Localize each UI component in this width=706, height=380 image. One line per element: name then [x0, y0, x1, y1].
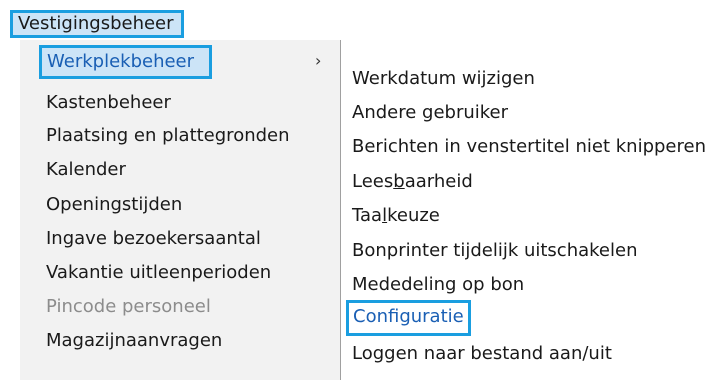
menu-item-bezoekersaantal[interactable]: Ingave bezoekersaantal	[46, 228, 261, 250]
label-part: aarheid	[404, 171, 473, 192]
menu-item-openingstijden[interactable]: Openingstijden	[46, 194, 182, 216]
menu-item-label: Configuratie	[353, 306, 464, 327]
menu-item-werkdatum[interactable]: Werkdatum wijzigen	[352, 68, 535, 90]
menu-item-vakantie[interactable]: Vakantie uitleenperioden	[46, 262, 271, 284]
menu-item-loggen[interactable]: Loggen naar bestand aan/uit	[352, 343, 612, 365]
menu-item-kalender[interactable]: Kalender	[46, 159, 126, 181]
chevron-right-icon: ›	[315, 51, 322, 70]
flyout-werkplekbeheer: Werkdatum wijzigen Andere gebruiker Beri…	[341, 58, 706, 378]
menu-item-bonprinter[interactable]: Bonprinter tijdelijk uitschakelen	[352, 240, 638, 262]
menu-item-leesbaarheid[interactable]: Leesbaarheid	[352, 171, 473, 193]
label-part: keuze	[387, 205, 440, 226]
submenu-vestigingsbeheer: Werkplekbeheer › Kastenbeheer Plaatsing …	[20, 40, 341, 380]
menu-item-magazijnaanvragen[interactable]: Magazijnaanvragen	[46, 330, 222, 352]
menu-item-werkplekbeheer[interactable]: Werkplekbeheer	[39, 45, 212, 79]
menu-item-taalkeuze[interactable]: Taalkeuze	[352, 205, 440, 227]
label-part: Lees	[352, 171, 394, 192]
label-part: Taa	[352, 205, 383, 226]
menu-item-mededeling[interactable]: Mededeling op bon	[352, 274, 524, 296]
menu-item-configuratie[interactable]: Configuratie	[346, 300, 471, 336]
menu-item-andere-gebruiker[interactable]: Andere gebruiker	[352, 102, 508, 124]
menu-vestigingsbeheer-label: Vestigingsbeheer	[18, 13, 174, 34]
menu-item-kastenbeheer[interactable]: Kastenbeheer	[46, 92, 171, 114]
menu-item-plaatsing[interactable]: Plaatsing en plattegronden	[46, 125, 290, 147]
menu-item-berichten[interactable]: Berichten in venstertitel niet knipperen	[352, 136, 706, 158]
accelerator-key: b	[393, 171, 405, 192]
menu-item-label: Werkplekbeheer	[47, 51, 195, 72]
menu-vestigingsbeheer[interactable]: Vestigingsbeheer	[10, 10, 184, 38]
menu-item-pincode: Pincode personeel	[46, 296, 211, 317]
